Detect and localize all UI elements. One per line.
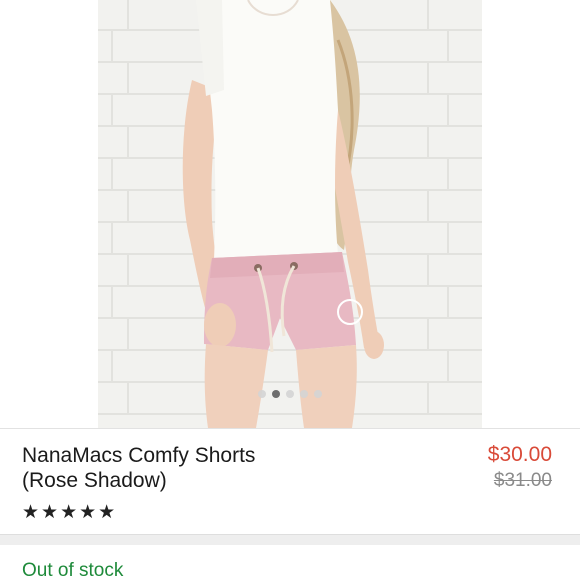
stock-status: Out of stock [22,560,124,580]
product-listing-page: NanaMacs Comfy Shorts (Rose Shadow) ★★★★… [0,0,580,580]
carousel-dot-active[interactable] [272,390,280,398]
star-rating: ★★★★★ [22,502,118,523]
section-divider [0,534,580,545]
product-image-gallery[interactable] [0,0,580,428]
carousel-dot[interactable] [314,390,322,398]
product-title: NanaMacs Comfy Shorts (Rose Shadow) [22,443,352,493]
product-title-line-1: NanaMacs Comfy Shorts [22,444,256,467]
carousel-dot[interactable] [300,390,308,398]
product-title-line-2: (Rose Shadow) [22,469,167,492]
carousel-dot[interactable] [258,390,266,398]
original-price: $31.00 [493,470,552,491]
product-photo[interactable] [98,0,482,428]
current-price: $30.00 [487,443,552,466]
carousel-dot[interactable] [286,390,294,398]
product-info-panel: NanaMacs Comfy Shorts (Rose Shadow) ★★★★… [0,429,580,534]
image-carousel-indicators[interactable] [0,390,580,398]
